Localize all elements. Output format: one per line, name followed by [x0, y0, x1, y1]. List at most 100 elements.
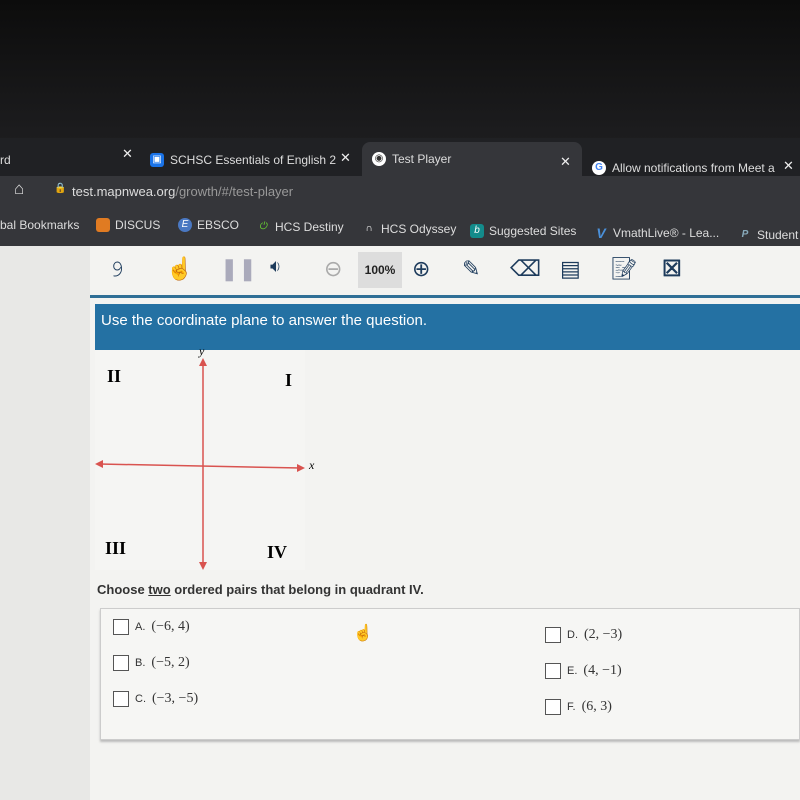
- checkbox[interactable]: [545, 627, 561, 643]
- bookmark-label: DISCUS: [115, 218, 161, 232]
- bookmark-label: VmathLive® - Lea...: [613, 226, 720, 240]
- close-icon[interactable]: ✕: [340, 150, 351, 166]
- classroom-icon: ▣: [150, 153, 164, 167]
- option-letter: E.: [567, 665, 578, 677]
- notepad-icon[interactable]: 📝︎: [610, 256, 638, 282]
- bookmark-label: HCS Destiny: [275, 220, 344, 234]
- pointer-icon[interactable]: ☝: [166, 256, 193, 282]
- globe-icon: ◉: [372, 152, 386, 166]
- discus-icon: [96, 218, 110, 232]
- odyssey-icon: ∩: [365, 223, 373, 234]
- option-letter: C.: [135, 693, 146, 705]
- bookmark-ebsco[interactable]: E EBSCO: [178, 218, 239, 232]
- option-value: (2, −3): [584, 627, 623, 642]
- answer-options: A. (−6, 4) B. (−5, 2) C. (−3, −5) D. (2, −3)…: [100, 608, 800, 740]
- pause-icon[interactable]: ❚❚: [220, 256, 257, 282]
- bing-icon: b: [470, 224, 484, 238]
- question-pre: Choose: [97, 582, 149, 597]
- dark-background: [0, 0, 800, 140]
- option-value: (−6, 4): [151, 619, 190, 634]
- bookmark-student[interactable]: P Student: [738, 228, 799, 242]
- option-letter: B.: [135, 657, 146, 669]
- highlighter-icon[interactable]: ✎: [462, 256, 480, 282]
- quadrant-iv: IV: [267, 542, 288, 562]
- checkbox[interactable]: [545, 699, 561, 715]
- checkbox[interactable]: [113, 691, 129, 707]
- power-icon: ⏻: [259, 221, 267, 232]
- zoom-in-icon[interactable]: ⊕: [412, 256, 430, 282]
- ebsco-icon: E: [178, 218, 192, 232]
- y-label: y: [199, 344, 205, 358]
- quadrant-iii: III: [105, 538, 127, 558]
- bookmarks-bar: bal Bookmarks DISCUS E EBSCO ⏻ HCS Destiny…: [0, 206, 800, 246]
- option-value: (4, −1): [583, 663, 622, 678]
- checkbox[interactable]: [113, 619, 129, 635]
- close-icon[interactable]: ✕: [783, 158, 794, 174]
- speaker-icon[interactable]: 🔉︎: [270, 256, 281, 277]
- checkbox[interactable]: [545, 663, 561, 679]
- tab-test-player[interactable]: ◉ Test Player: [362, 142, 582, 176]
- url[interactable]: test.mapnwea.org/growth/#/test-player: [72, 184, 293, 199]
- home-icon[interactable]: ⌂: [14, 179, 24, 199]
- bookmark-discus[interactable]: DISCUS: [96, 218, 160, 232]
- x-label: x: [309, 458, 315, 472]
- zoom-out-icon[interactable]: ⊖: [324, 256, 342, 282]
- option-e[interactable]: E. (4, −1): [545, 663, 622, 679]
- lock-icon: 🔒: [54, 183, 67, 194]
- x-arrow-right: [297, 464, 305, 472]
- checkbox[interactable]: [113, 655, 129, 671]
- x-arrow-left: [95, 460, 103, 468]
- google-icon: G: [592, 161, 606, 175]
- listen-icon[interactable]: 𝟿: [110, 256, 124, 282]
- bookmark-hcs-destiny[interactable]: ⏻ HCS Destiny: [256, 220, 344, 234]
- y-arrow-up: [199, 358, 207, 366]
- option-b[interactable]: B. (−5, 2): [113, 655, 190, 671]
- bookmark-label: HCS Odyssey: [381, 222, 457, 236]
- coordinate-plane: y x I II III IV: [95, 344, 314, 570]
- bookmark-label: Suggested Sites: [489, 224, 577, 238]
- test-content: 𝟿 ☝ ❚❚ 🔉︎ ⊖ 100% ⊕ ✎ ⌫ ▤ 📝︎ ☒ Use the co…: [90, 246, 800, 800]
- test-toolbar: 𝟿 ☝ ❚❚ 🔉︎ ⊖ 100% ⊕ ✎ ⌫ ▤ 📝︎ ☒: [90, 246, 800, 298]
- option-a[interactable]: A. (−6, 4): [113, 619, 190, 635]
- coordinate-plane-svg: [95, 358, 305, 570]
- x-axis: [98, 463, 302, 469]
- bookmark-label: Student: [757, 228, 799, 242]
- tab-label: SCHSC Essentials of English 2: [170, 153, 337, 167]
- close-icon[interactable]: ✕: [560, 154, 571, 170]
- bookmark-label: bal Bookmarks: [0, 218, 80, 232]
- answer-eliminator-icon[interactable]: ☒: [662, 256, 682, 282]
- bookmark-label: EBSCO: [197, 218, 240, 232]
- option-value: (−3, −5): [152, 691, 199, 706]
- address-bar[interactable]: ⌂ 🔒 test.mapnwea.org/growth/#/test-playe…: [0, 176, 800, 206]
- bookmark-hcs-odyssey[interactable]: ∩ HCS Odyssey: [362, 222, 456, 236]
- option-value: (−5, 2): [151, 655, 190, 670]
- eraser-icon[interactable]: ⌫: [510, 256, 541, 282]
- option-value: (6, 3): [581, 699, 612, 714]
- url-path: /growth/#/test-player: [175, 184, 294, 199]
- tab-previous[interactable]: rd: [0, 146, 11, 174]
- option-f[interactable]: F. (6, 3): [545, 699, 612, 715]
- option-c[interactable]: C. (−3, −5): [113, 691, 198, 707]
- quadrant-ii: II: [107, 366, 122, 386]
- url-host: test.mapnwea.org: [72, 184, 176, 199]
- tab-schsc[interactable]: ▣ SCHSC Essentials of English 2: [150, 146, 336, 174]
- p-icon: P: [741, 229, 749, 240]
- bookmark-suggested-sites[interactable]: b Suggested Sites: [470, 224, 576, 238]
- y-arrow-down: [199, 562, 207, 570]
- tab-label: rd: [0, 153, 11, 167]
- option-letter: A.: [135, 621, 146, 633]
- bookmark-vmathlive[interactable]: V VmathLive® - Lea...: [594, 226, 719, 240]
- tab-bar: rd ✕ ▣ SCHSC Essentials of English 2 ✕ ◉ T…: [0, 138, 800, 178]
- option-letter: D.: [567, 629, 578, 641]
- option-letter: F.: [567, 701, 576, 713]
- vmath-icon: V: [596, 225, 606, 241]
- question-post: ordered pairs that belong in quadrant IV…: [170, 582, 424, 597]
- question-emphasis: two: [148, 582, 171, 597]
- hand-cursor-icon: ☝: [353, 625, 373, 642]
- close-icon[interactable]: ✕: [122, 146, 133, 162]
- line-reader-icon[interactable]: ▤: [560, 256, 581, 282]
- bookmark-global[interactable]: bal Bookmarks: [0, 218, 79, 232]
- page: 𝟿 ☝ ❚❚ 🔉︎ ⊖ 100% ⊕ ✎ ⌫ ▤ 📝︎ ☒ Use the co…: [0, 246, 800, 800]
- tab-label: Test Player: [392, 152, 452, 166]
- option-d[interactable]: D. (2, −3): [545, 627, 622, 643]
